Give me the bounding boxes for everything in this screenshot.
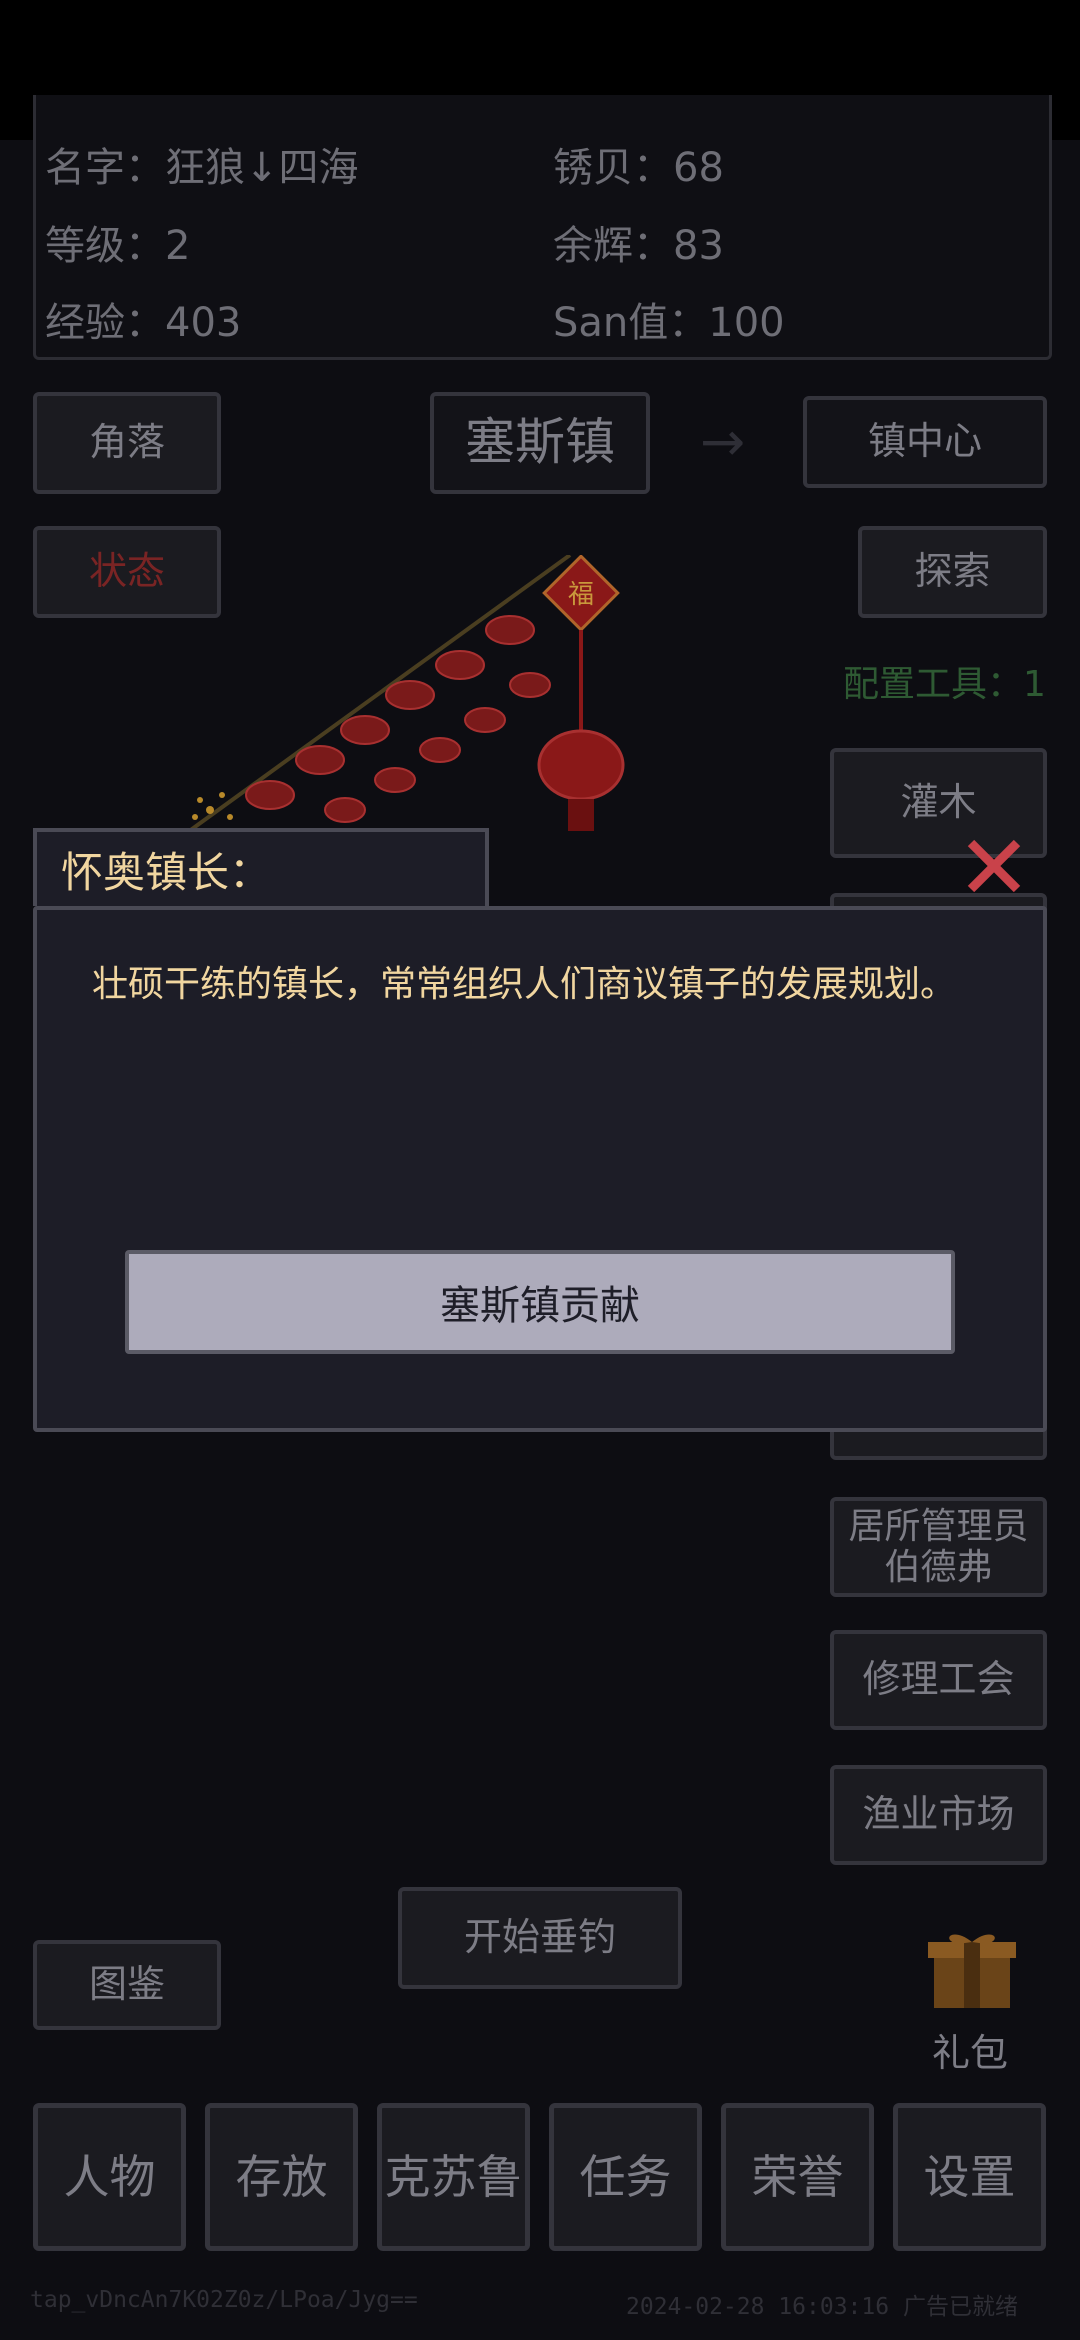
- nav-honor[interactable]: 荣誉: [721, 2103, 874, 2251]
- codex-button[interactable]: 图鉴: [33, 1940, 221, 2030]
- npc-button-housing-manager[interactable]: 居所管理员 伯德弗: [830, 1497, 1047, 1597]
- stat-level: 等级：2: [45, 223, 191, 269]
- corner-button[interactable]: 角落: [33, 392, 221, 494]
- close-icon[interactable]: [963, 835, 1025, 897]
- npc-button-repair-guild[interactable]: 修理工会: [830, 1630, 1047, 1730]
- explore-button[interactable]: 探索: [858, 526, 1047, 618]
- stat-name: 名字：狂狼↓四海: [45, 145, 359, 191]
- ad-status-label: 2024-02-28 16:03:16 广告已就绪: [626, 2294, 1018, 2320]
- nav-storage[interactable]: 存放: [205, 2103, 358, 2251]
- lantern-decoration-icon: 福: [168, 555, 625, 847]
- nav-character[interactable]: 人物: [33, 2103, 186, 2251]
- nav-tasks[interactable]: 任务: [549, 2103, 702, 2251]
- nav-settings[interactable]: 设置: [893, 2103, 1046, 2251]
- stat-embers: 余辉：83: [553, 223, 724, 269]
- tool-config-label: 配置工具：1: [843, 664, 1046, 705]
- stat-exp: 经验：403: [45, 300, 242, 346]
- svg-text:福: 福: [568, 580, 594, 610]
- gift-label[interactable]: 礼包: [932, 2022, 1008, 2077]
- dialog-text: 壮硕干练的镇长，常常组织人们商议镇子的发展规划。: [92, 964, 957, 1005]
- npc-button-fishing-market[interactable]: 渔业市场: [830, 1765, 1047, 1865]
- device-id-label: tap_vDncAn7K02Z0z/LPoa/Jyg==: [30, 2287, 418, 2313]
- start-fishing-button[interactable]: 开始垂钓: [398, 1887, 682, 1989]
- stat-shells: 锈贝：68: [553, 145, 724, 191]
- dialog-title: 怀奥镇长：: [33, 828, 489, 906]
- arrow-right-icon: →: [700, 410, 746, 473]
- town-center-button[interactable]: 镇中心: [803, 396, 1047, 488]
- nav-cthulhu[interactable]: 克苏鲁: [377, 2103, 530, 2251]
- town-contribution-button[interactable]: 塞斯镇贡献: [125, 1250, 955, 1354]
- gift-box-icon[interactable]: [922, 1930, 1022, 2012]
- stat-san: San值：100: [553, 300, 785, 346]
- town-name-button[interactable]: 塞斯镇: [430, 392, 650, 494]
